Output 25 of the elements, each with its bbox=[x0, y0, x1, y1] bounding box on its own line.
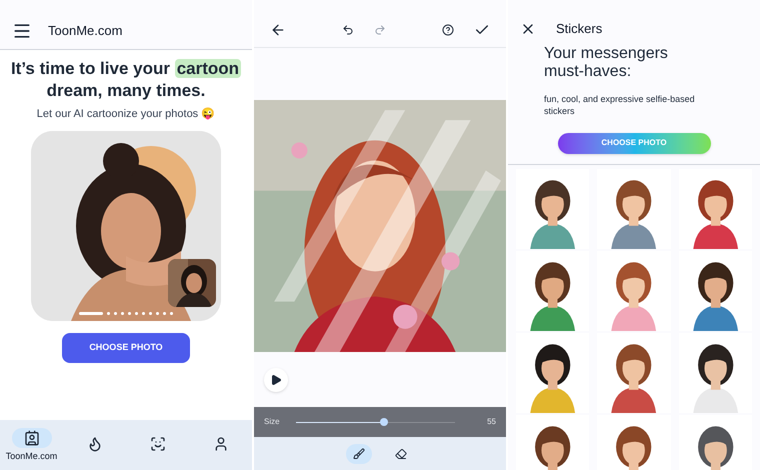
stickers-description: fun, cool, and expressive selfie-based stickers bbox=[543, 93, 696, 118]
face-frame-icon bbox=[150, 436, 166, 452]
flame-icon bbox=[86, 436, 102, 452]
brush-tool[interactable] bbox=[346, 444, 372, 464]
eraser-icon bbox=[395, 448, 407, 460]
nav-item[interactable]: ToonMe.com bbox=[0, 428, 63, 464]
back-icon[interactable] bbox=[270, 22, 286, 38]
choose-photo-button[interactable]: CHOOSE PHOTO bbox=[62, 332, 190, 362]
stickers-heading: Your messengers must-haves: bbox=[543, 45, 669, 82]
nav-label: ToonMe.com bbox=[6, 450, 58, 463]
play-button[interactable] bbox=[264, 368, 288, 392]
slider-label: Size bbox=[264, 416, 281, 428]
undo-icon[interactable] bbox=[342, 24, 354, 36]
person-icon bbox=[212, 436, 228, 452]
headline: It’s time to live your cartoon dream, many times. bbox=[10, 58, 242, 102]
portrait-icon bbox=[24, 430, 40, 446]
play-icon bbox=[270, 374, 282, 386]
size-slider[interactable] bbox=[296, 418, 456, 426]
app-title: ToonMe.com bbox=[48, 22, 122, 40]
choose-photo-button[interactable]: CHOOSE PHOTO bbox=[558, 133, 710, 154]
screen-title: Stickers bbox=[556, 20, 602, 38]
slider-value: 55 bbox=[487, 416, 496, 428]
subtitle: Let our AI cartoonize your photos 😜 bbox=[36, 106, 216, 122]
help-icon[interactable] bbox=[442, 24, 454, 36]
brush-icon bbox=[353, 448, 365, 460]
